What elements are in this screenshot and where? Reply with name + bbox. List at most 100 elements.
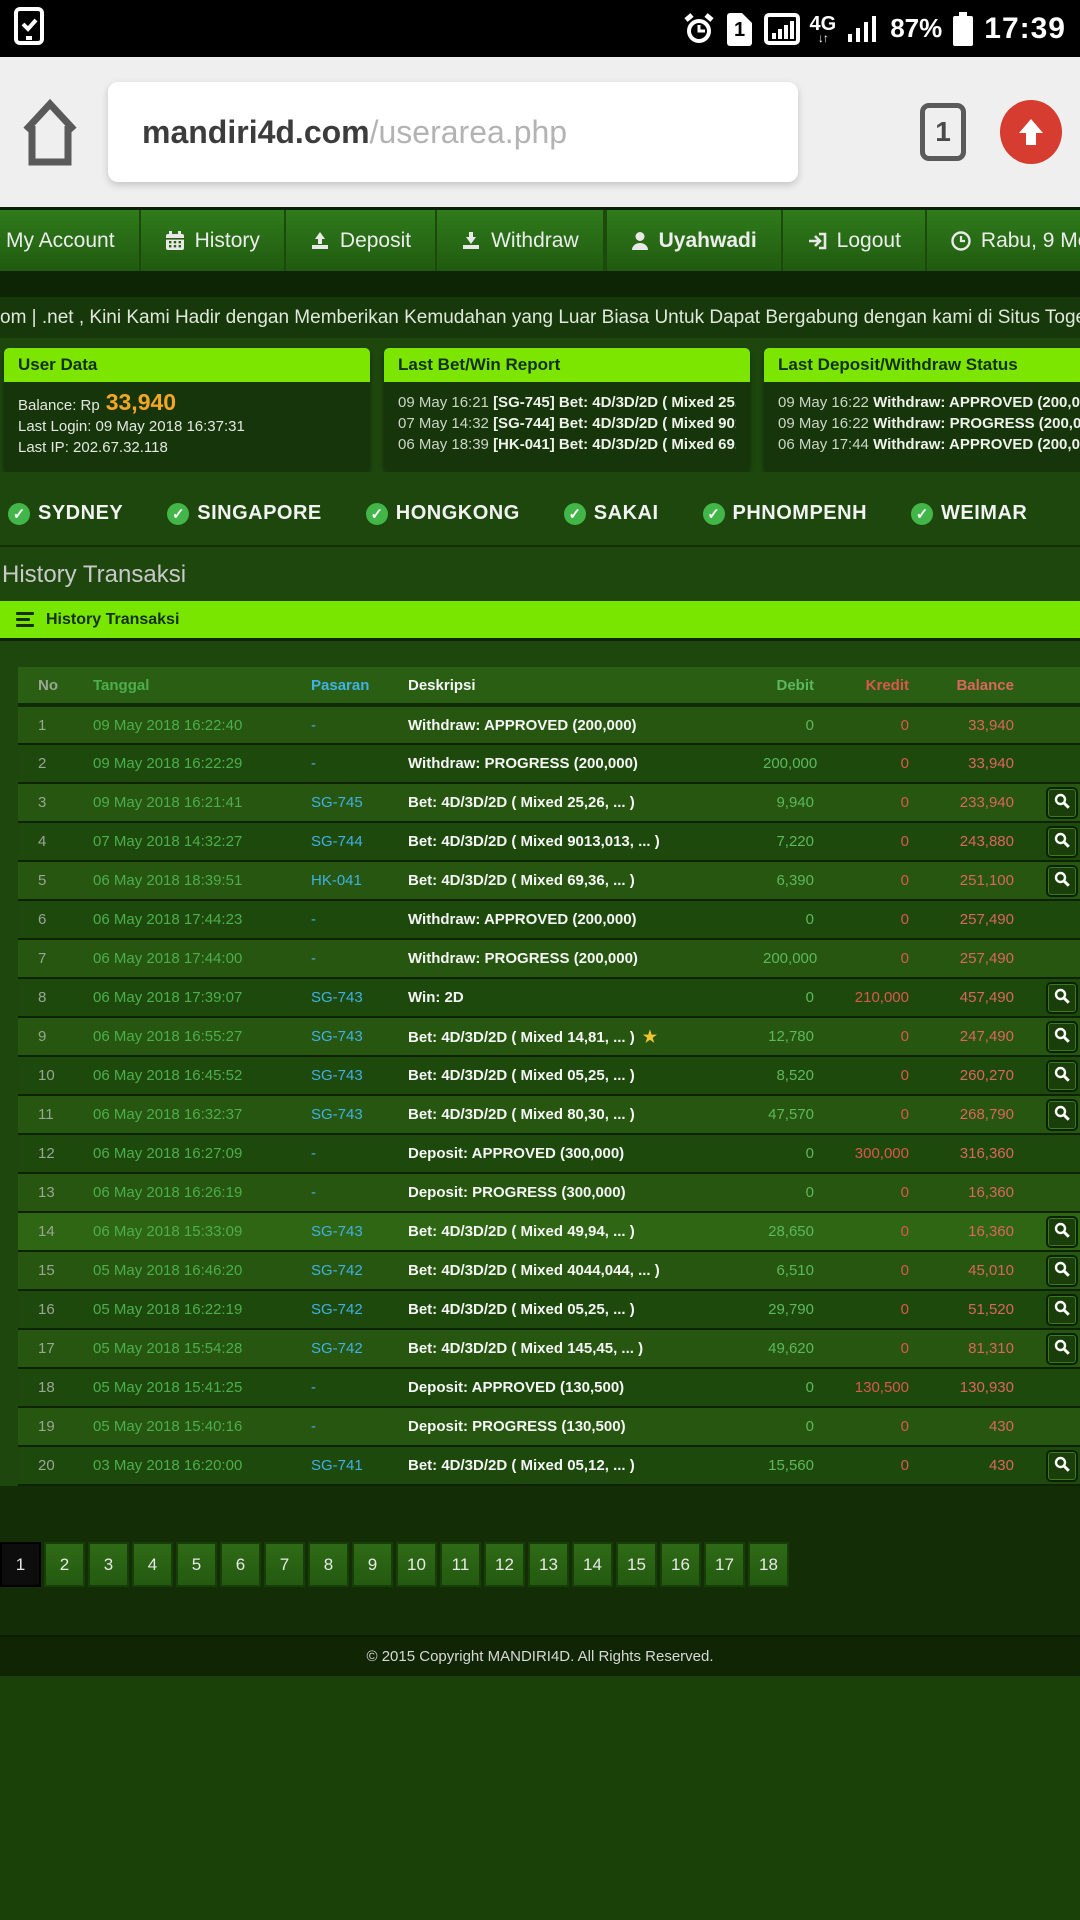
row-detail-button[interactable] [1046,1294,1078,1326]
row-market-code[interactable]: SG-743 [291,1056,388,1095]
row-debit: 200,000 [763,744,838,783]
row-date: 06 May 2018 16:45:52 [73,1056,291,1095]
row-detail-button[interactable] [1046,1216,1078,1248]
row-number: 10 [18,1056,73,1095]
row-detail-button[interactable] [1046,1255,1078,1287]
row-market-code[interactable]: SG-744 [291,822,388,861]
page-button-9[interactable]: 9 [352,1542,393,1587]
row-detail-button[interactable] [1046,1450,1078,1482]
url-path: /userarea.php [370,114,567,151]
row-detail-button[interactable] [1046,1099,1078,1131]
page-button-3[interactable]: 3 [88,1542,129,1587]
page-button-5[interactable]: 5 [176,1542,217,1587]
col-kredit: Kredit [838,667,933,705]
home-button[interactable] [18,96,82,168]
row-market-code: - [291,1368,388,1407]
row-action-cell [1038,1017,1080,1056]
signal-strength-icon [846,14,880,44]
clock-time: 17:39 [984,12,1066,46]
page-button-13[interactable]: 13 [528,1542,569,1587]
row-date: 05 May 2018 15:54:28 [73,1329,291,1368]
nav-deposit[interactable]: Deposit [286,210,437,271]
nav-logout[interactable]: Logout [783,210,927,271]
row-detail-button[interactable] [1046,1333,1078,1365]
row-debit: 49,620 [763,1329,838,1368]
row-market-code[interactable]: SG-743 [291,978,388,1017]
row-detail-button[interactable] [1046,787,1078,819]
row-action-cell [1038,1329,1080,1368]
row-market-code[interactable]: SG-742 [291,1290,388,1329]
row-description: Deposit: PROGRESS (130,500) [388,1407,763,1446]
last-bet-line: 09 May 16:21 [SG-745] Bet: 4D/3D/2D ( Mi… [398,392,736,413]
page-button-8[interactable]: 8 [308,1542,349,1587]
page-button-1[interactable]: 1 [0,1542,41,1587]
market-label: SAKAI [594,502,659,525]
market-label: WEIMAR [941,502,1027,525]
nav-history[interactable]: History [141,210,286,271]
page-button-14[interactable]: 14 [572,1542,613,1587]
row-detail-button[interactable] [1046,826,1078,858]
nav-username[interactable]: Uyahwadi [607,210,783,271]
row-description: Bet: 4D/3D/2D ( Mixed 14,81, ... )★ [388,1017,763,1056]
magnifier-icon [1053,987,1071,1009]
row-kredit: 0 [838,1056,933,1095]
history-section-title: History Transaksi [46,611,179,629]
row-date: 03 May 2018 16:20:00 [73,1446,291,1485]
row-kredit: 0 [838,1212,933,1251]
user-icon [631,231,649,251]
page-button-11[interactable]: 11 [440,1542,481,1587]
page-button-12[interactable]: 12 [484,1542,525,1587]
row-number: 5 [18,861,73,900]
tab-count-button[interactable]: 1 [920,103,966,161]
page-button-10[interactable]: 10 [396,1542,437,1587]
row-balance: 257,490 [933,939,1038,978]
browser-menu-button[interactable] [1000,100,1062,164]
page-button-6[interactable]: 6 [220,1542,261,1587]
deposit-icon [310,231,330,251]
page-title: History Transaksi [0,547,1080,601]
row-market-code[interactable]: SG-743 [291,1212,388,1251]
row-number: 8 [18,978,73,1017]
page-button-7[interactable]: 7 [264,1542,305,1587]
row-action-cell [1038,822,1080,861]
row-debit: 0 [763,1407,838,1446]
page-button-18[interactable]: 18 [748,1542,789,1587]
page-button-15[interactable]: 15 [616,1542,657,1587]
row-balance: 316,360 [933,1134,1038,1173]
url-bar[interactable]: mandiri4d.com/userarea.php [108,82,798,182]
battery-percent: 87% [890,13,942,44]
row-debit: 6,390 [763,861,838,900]
market-link-weimar[interactable]: ✓WEIMAR [911,502,1027,525]
page-button-2[interactable]: 2 [44,1542,85,1587]
page-button-17[interactable]: 17 [704,1542,745,1587]
row-market-code[interactable]: SG-743 [291,1095,388,1134]
row-detail-button[interactable] [1046,1060,1078,1092]
row-market-code[interactable]: HK-041 [291,861,388,900]
row-action-cell [1038,1212,1080,1251]
row-market-code[interactable]: SG-743 [291,1017,388,1056]
row-number: 6 [18,900,73,939]
market-link-sydney[interactable]: ✓SYDNEY [8,502,123,525]
row-detail-button[interactable] [1046,982,1078,1014]
market-link-phnompenh[interactable]: ✓PHNOMPENH [703,502,868,525]
row-market-code[interactable]: SG-742 [291,1251,388,1290]
row-debit: 0 [763,978,838,1017]
row-detail-button[interactable] [1046,1021,1078,1053]
page-button-16[interactable]: 16 [660,1542,701,1587]
row-market-code[interactable]: SG-742 [291,1329,388,1368]
row-number: 7 [18,939,73,978]
magnifier-icon [1053,792,1071,814]
market-link-hongkong[interactable]: ✓HONGKONG [366,502,520,525]
nav-my-account[interactable]: My Account [0,210,141,271]
row-detail-button[interactable] [1046,865,1078,897]
market-link-sakai[interactable]: ✓SAKAI [564,502,659,525]
magnifier-icon [1053,1221,1071,1243]
page-button-4[interactable]: 4 [132,1542,173,1587]
row-market-code[interactable]: SG-745 [291,783,388,822]
row-action-cell [1038,861,1080,900]
row-date: 09 May 2018 16:22:40 [73,705,291,744]
row-date: 06 May 2018 17:39:07 [73,978,291,1017]
market-link-singapore[interactable]: ✓SINGAPORE [167,502,322,525]
nav-withdraw[interactable]: Withdraw [437,210,605,271]
row-market-code[interactable]: SG-741 [291,1446,388,1485]
